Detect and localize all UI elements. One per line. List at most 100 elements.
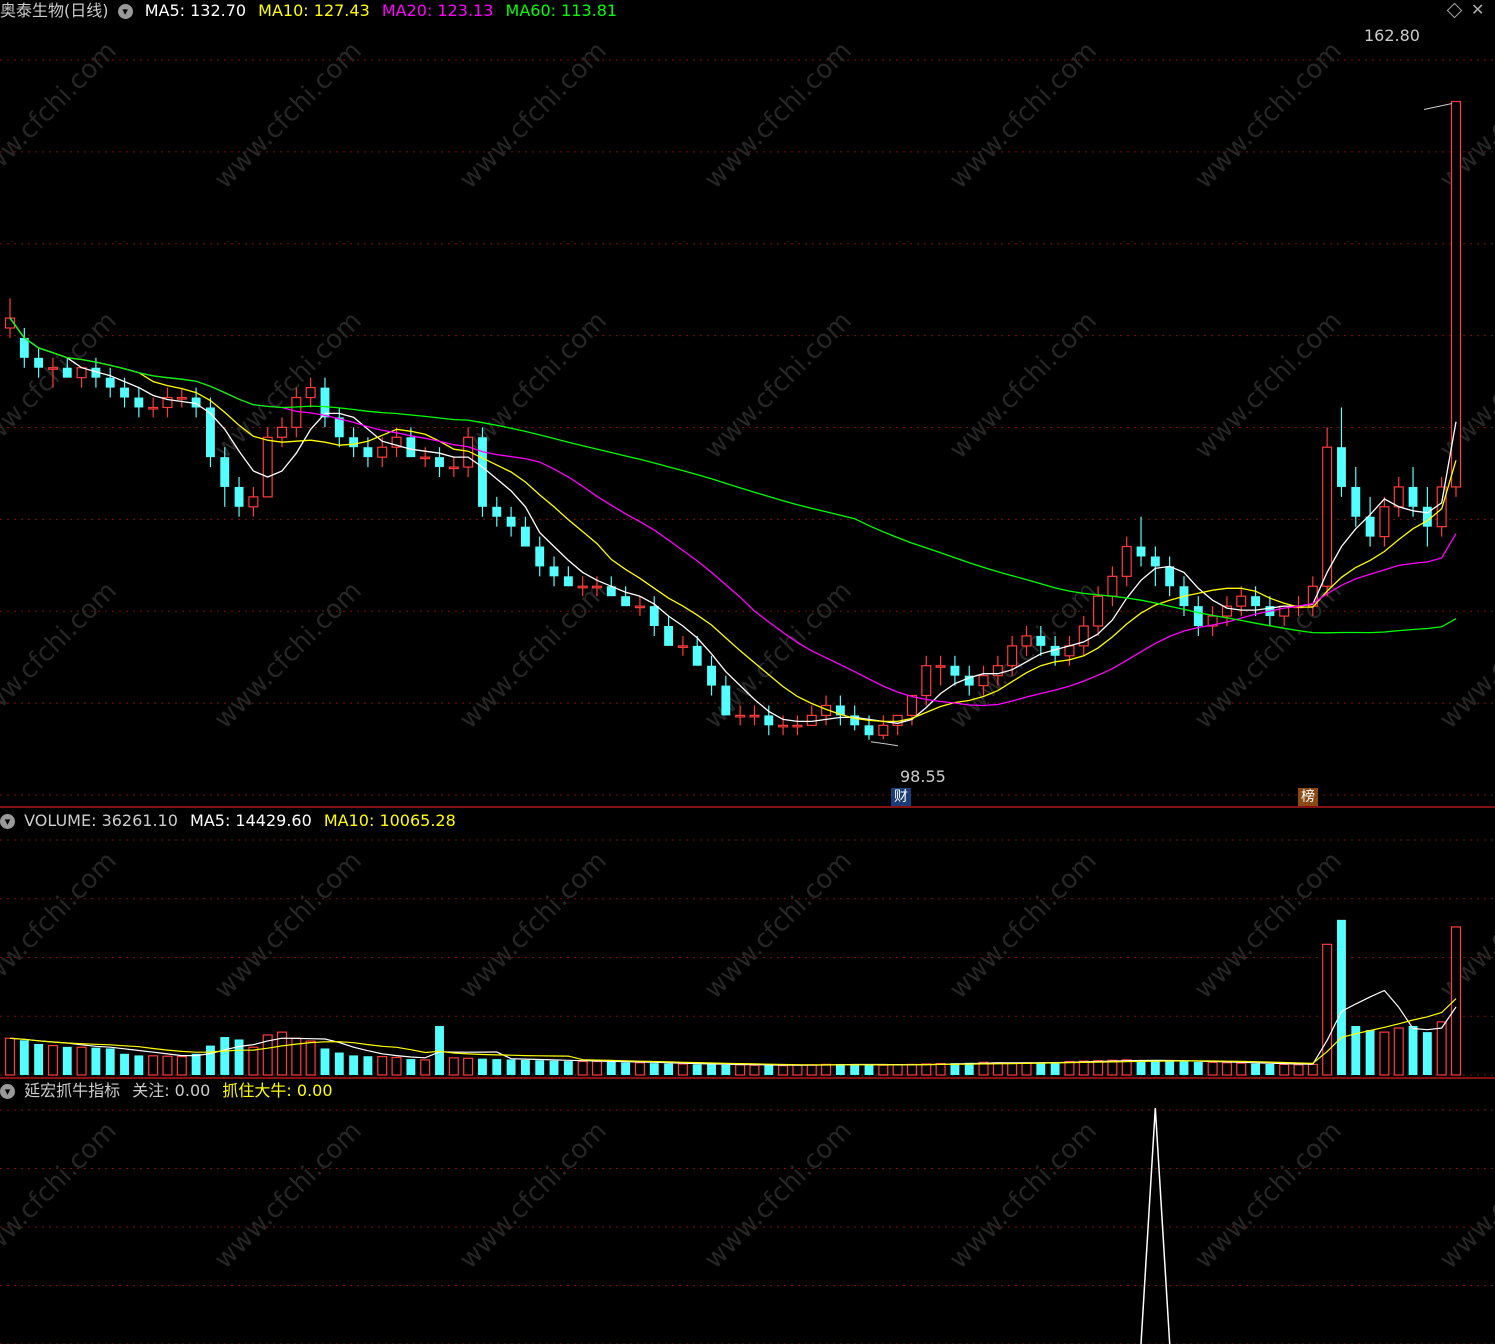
volume-bar [1379, 1031, 1390, 1076]
low-arrow [870, 741, 899, 747]
volume-bar [1393, 1027, 1404, 1076]
volume-bar [535, 1060, 545, 1075]
volume-bar [1236, 1062, 1247, 1076]
indicator-title: 延宏抓牛指标 [24, 1081, 121, 1100]
volume-bar [621, 1062, 631, 1075]
volume-bar [864, 1064, 874, 1075]
chevron-down-icon[interactable]: ▾ [117, 4, 133, 19]
candle-body [1007, 645, 1018, 667]
volume-bar [1365, 1030, 1375, 1075]
indicator-signal-line [1140, 1107, 1171, 1344]
volume-bar [664, 1063, 674, 1075]
volume-bar [1093, 1060, 1104, 1076]
volume-bar [506, 1059, 516, 1075]
volume-bar [363, 1056, 373, 1075]
candle-body [19, 337, 29, 358]
candle-body [105, 377, 115, 388]
high-price-label: 162.80 [1364, 26, 1420, 45]
volume-header: ▾ VOLUME: 36261.10 MA5: 14429.60 MA10: 1… [0, 811, 463, 831]
financial-report-badge[interactable]: 财 [891, 788, 911, 806]
ranking-badge[interactable]: 榜 [1298, 788, 1318, 806]
volume-bar [478, 1058, 487, 1075]
candle-body [1121, 545, 1132, 577]
watermark-text: www.cfchi.com [209, 1116, 368, 1275]
volume-bar [778, 1065, 789, 1076]
volume-bar [1293, 1064, 1304, 1076]
candle-body [921, 665, 932, 697]
volume-bar [105, 1048, 115, 1075]
volume-bar [1150, 1060, 1160, 1075]
candle-body [34, 357, 44, 368]
volume-bar [47, 1044, 58, 1076]
volume-bar [1136, 1060, 1146, 1075]
volume-bar [821, 1063, 832, 1076]
watermark-text: www.cfchi.com [1189, 1116, 1348, 1275]
volume-bar [1207, 1061, 1218, 1076]
candle-body [749, 714, 760, 718]
price-header: 奥泰生物(日线) ▾ MA5: 132.70 MA10: 127.43 MA20… [0, 1, 624, 21]
close-icon[interactable]: ✕ [1471, 0, 1484, 19]
volume-bar [234, 1039, 244, 1075]
candle-body [478, 437, 487, 507]
volume-bar [391, 1056, 402, 1076]
volume-bar [205, 1045, 215, 1075]
candle-body [664, 626, 674, 646]
volume-bar [76, 1046, 87, 1076]
low-price-label: 98.55 [900, 767, 946, 786]
kline-chart[interactable]: www.cfchi.com www.cfchi.com www.cfchi.com w… [0, 0, 1495, 1344]
candle-body [950, 665, 960, 676]
candle-body [535, 546, 545, 567]
watermark-text: www.cfchi.com [699, 846, 858, 1005]
volume-bar [134, 1055, 144, 1075]
candle-body [1093, 595, 1104, 627]
volume-bar [549, 1060, 559, 1075]
volume-bar [349, 1055, 359, 1075]
candle-body [120, 387, 129, 398]
volume-bar [1036, 1062, 1046, 1075]
candle-body [677, 645, 688, 648]
volume-bar [892, 1064, 903, 1076]
indicator-line [1140, 1107, 1171, 1344]
watermark-text: www.cfchi.com [454, 1116, 613, 1275]
volume-bar [420, 1059, 431, 1076]
candle-body [1036, 635, 1046, 646]
candle-body [47, 367, 58, 370]
volume-bar [520, 1059, 530, 1075]
candle-body [134, 397, 144, 408]
chevron-down-icon[interactable]: ▾ [0, 814, 15, 829]
candle-body [506, 516, 516, 527]
watermark-text: www.cfchi.com [944, 1116, 1103, 1275]
candle-body [1136, 546, 1146, 557]
volume-bar [406, 1059, 416, 1075]
volume-bar [1064, 1060, 1075, 1076]
volume-bar [649, 1063, 659, 1075]
volume-bar [1422, 1032, 1432, 1075]
price-annotations [870, 103, 1453, 747]
volume-bar [692, 1064, 702, 1075]
volume-bar [492, 1059, 502, 1075]
candle-body [276, 426, 288, 438]
watermark-text: www.cfchi.com [0, 1116, 123, 1275]
volume-bar [320, 1048, 330, 1075]
candle-body [234, 486, 244, 507]
candle-body [978, 675, 989, 687]
chevron-down-icon[interactable]: ▾ [0, 1084, 15, 1099]
volume-bar [591, 1060, 603, 1076]
volume-bar [835, 1063, 845, 1075]
volume-bar [1179, 1061, 1189, 1075]
watermark-text: www.cfchi.com [0, 846, 123, 1005]
volume-bar [792, 1064, 803, 1076]
stock-title[interactable]: 奥泰生物(日线) [0, 1, 109, 20]
watermark-text: www.cfchi.com [699, 306, 858, 465]
volume-bar [606, 1061, 616, 1075]
volume-bar [220, 1037, 230, 1075]
candle-body [1379, 506, 1390, 538]
watermark-text: www.cfchi.com [1434, 1116, 1495, 1275]
volume-bar [1337, 919, 1346, 1075]
volume-bar [707, 1064, 716, 1075]
indicator-header: ▾ 延宏抓牛指标 关注: 0.00 抓住大牛: 0.00 [0, 1081, 340, 1101]
candle-body [377, 446, 388, 458]
watermark-text: www.cfchi.com [209, 846, 368, 1005]
volume-bar [806, 1064, 817, 1076]
watermark-text: www.cfchi.com [1434, 576, 1495, 735]
